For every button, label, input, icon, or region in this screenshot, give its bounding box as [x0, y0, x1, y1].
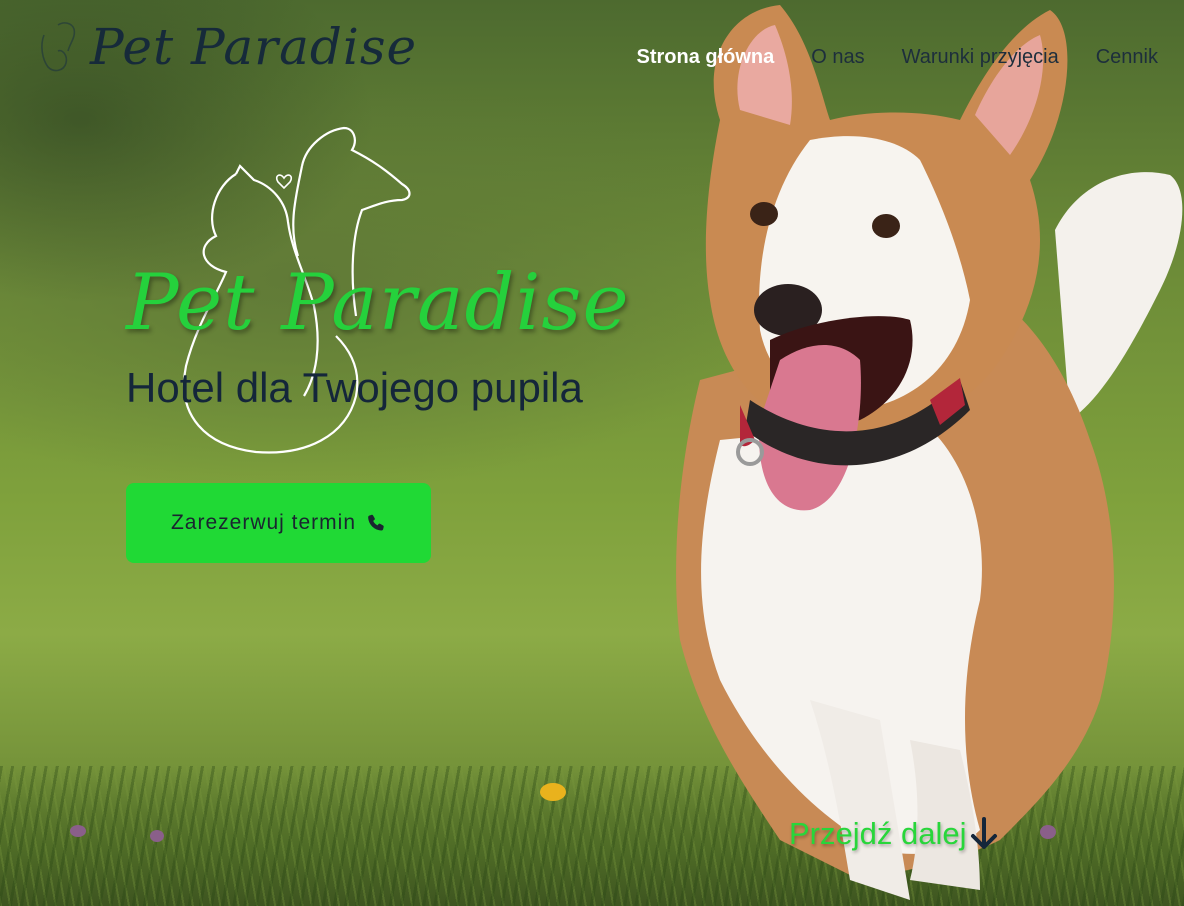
arrow-down-icon	[971, 817, 998, 849]
dog-photo	[676, 5, 1183, 900]
flower-decoration	[540, 783, 566, 801]
book-appointment-label: Zarezerwuj termin	[170, 511, 357, 534]
nav-link-admission-terms[interactable]: Warunki przyjęcia	[902, 46, 1059, 69]
flower-decoration	[70, 825, 86, 837]
nav-link-home[interactable]: Strona główna	[636, 46, 774, 69]
scroll-down-link[interactable]: Przejdź dalej	[789, 816, 1000, 852]
flower-decoration	[150, 830, 164, 842]
hero-title: Pet Paradise	[126, 258, 630, 348]
nav-link-pricing[interactable]: Cennik	[1096, 46, 1158, 69]
main-navigation: Strona główna O nas Warunki przyjęcia Ce…	[636, 46, 1158, 69]
nav-link-about[interactable]: O nas	[811, 46, 864, 69]
scroll-down-label: Przejdź dalej	[789, 816, 967, 851]
logo-text: Pet Paradise	[90, 18, 418, 76]
pet-logo-icon	[41, 22, 76, 72]
phone-icon	[368, 514, 384, 531]
book-appointment-button[interactable]: Zarezerwuj termin	[126, 483, 431, 563]
site-logo[interactable]: Pet Paradise	[34, 14, 417, 80]
hero-subtitle: Hotel dla Twojego pupila	[126, 364, 583, 411]
